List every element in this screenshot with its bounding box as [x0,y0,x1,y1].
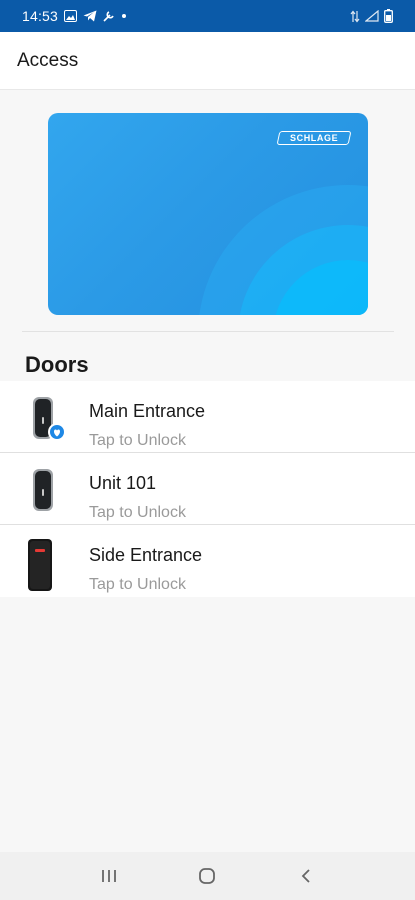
door-action: Tap to Unlock [89,504,186,521]
divider [22,331,394,332]
door-list: Main Entrance Tap to Unlock Unit 101 Tap… [0,381,415,597]
reader-lock-icon [24,467,66,515]
status-left: 14:53 [22,8,127,24]
signal-icon [365,10,379,22]
status-time: 14:53 [22,8,59,24]
access-card[interactable]: SCHLAGE [48,113,368,315]
image-icon [64,10,78,22]
status-right [350,9,393,23]
back-icon[interactable] [286,856,326,896]
telegram-icon [83,10,97,22]
battery-icon [384,9,393,23]
status-bar: 14:53 [0,0,415,32]
door-item-unit-101[interactable]: Unit 101 Tap to Unlock [0,453,415,525]
system-nav-bar [0,852,415,900]
app-bar: Access [0,32,415,90]
reader-lock-icon [24,395,66,443]
home-icon[interactable] [187,856,227,896]
page-title: Access [17,49,79,71]
door-action: Tap to Unlock [89,576,186,593]
red-reader-icon [24,539,66,591]
dot-icon [121,13,127,19]
door-name: Side Entrance [89,545,203,565]
schlage-logo: SCHLAGE [276,131,352,145]
door-item-main-entrance[interactable]: Main Entrance Tap to Unlock [0,381,415,453]
data-arrows-icon [350,10,360,23]
door-action: Tap to Unlock [89,432,186,449]
brand-label: SCHLAGE [289,133,339,143]
tool-icon [103,10,115,22]
recent-apps-icon[interactable] [89,856,129,896]
door-name: Main Entrance [89,401,206,421]
door-name: Unit 101 [89,473,157,493]
door-item-side-entrance[interactable]: Side Entrance Tap to Unlock [0,525,415,597]
section-title: Doors [25,352,89,377]
